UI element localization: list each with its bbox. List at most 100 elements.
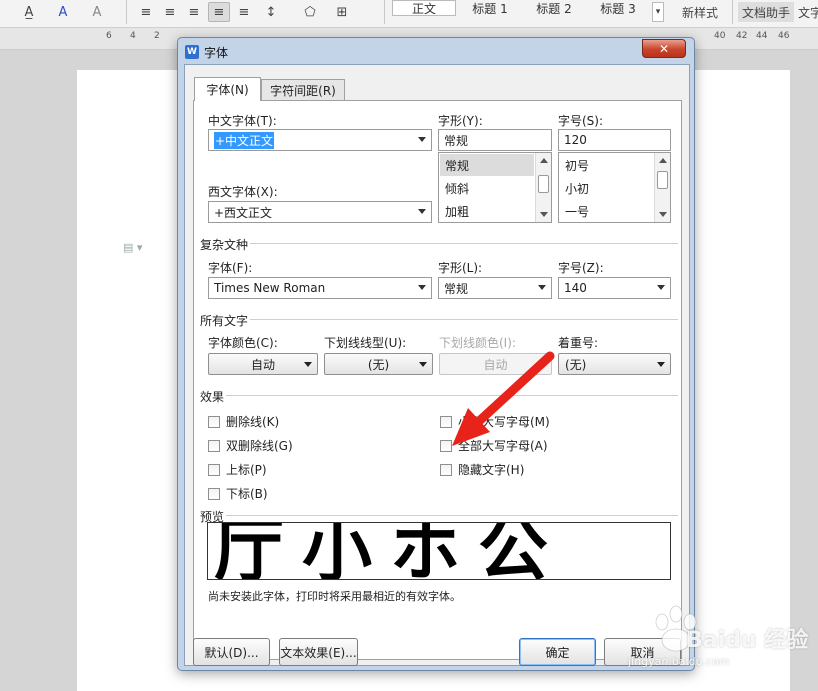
paragraph-icon[interactable]: ▤ ▾ [123, 241, 151, 255]
all-text-section-title: 所有文字 [200, 314, 249, 328]
font-color-icon[interactable]: A [52, 2, 74, 22]
align-left-icon[interactable]: ≡ [136, 2, 156, 22]
chevron-down-icon [418, 137, 426, 142]
font-color-button[interactable]: 自动 [208, 353, 318, 375]
font-color-value: 自动 [250, 357, 275, 372]
list-item[interactable]: 一号 [560, 200, 654, 222]
checkbox-box[interactable] [440, 439, 452, 452]
text-tools-button[interactable]: 文字 [798, 2, 818, 22]
checkbox-box[interactable] [208, 463, 220, 476]
list-item[interactable]: 初号 [560, 154, 654, 176]
strikethrough-checkbox[interactable]: 删除线(K) [208, 413, 279, 430]
close-button[interactable]: ✕ [642, 39, 686, 58]
style-heading-3[interactable]: 标题 3 [588, 0, 648, 16]
subscript-checkbox[interactable]: 下标(B) [208, 485, 268, 502]
scroll-down-icon[interactable] [540, 212, 548, 217]
section-divider [226, 515, 678, 516]
list-item[interactable]: 加粗 [440, 200, 534, 222]
tab-font[interactable]: 字体(N) [194, 77, 261, 101]
chevron-down-icon [419, 362, 427, 367]
small-caps-label: 小型大写字母(M) [458, 415, 550, 429]
font-color-label: 字体颜色(C): [208, 336, 278, 350]
chevron-down-icon [657, 285, 665, 290]
text-effects-button[interactable]: 文本效果(E)... [279, 638, 358, 666]
hidden-text-checkbox[interactable]: 隐藏文字(H) [440, 461, 524, 478]
western-font-select[interactable]: +西文正文 [208, 201, 432, 223]
checkbox-box[interactable] [208, 415, 220, 428]
style-listbox[interactable]: 常规 倾斜 加粗 [438, 152, 552, 223]
style-input[interactable]: 常规 [438, 129, 552, 151]
style-label: 字形(Y): [438, 114, 483, 128]
superscript-checkbox[interactable]: 上标(P) [208, 461, 267, 478]
ruler-tick: 46 [778, 31, 790, 41]
complex-font-select[interactable]: Times New Roman [208, 277, 432, 299]
list-item[interactable]: 倾斜 [440, 177, 534, 199]
checkbox-box[interactable] [208, 439, 220, 452]
complex-size-select[interactable]: 140 [558, 277, 671, 299]
checkbox-box[interactable] [440, 415, 452, 428]
subscript-label: 下标(B) [226, 487, 268, 501]
underline-type-label: 下划线线型(U): [324, 336, 407, 350]
style-scrollbar[interactable] [535, 153, 551, 222]
chinese-font-select[interactable]: +中文正文 [208, 129, 432, 151]
western-font-label: 西文字体(X): [208, 185, 278, 199]
complex-style-select[interactable]: 常规 [438, 277, 552, 299]
emphasis-label: 着重号: [558, 336, 599, 350]
list-item[interactable]: 常规 [440, 154, 534, 176]
tab-char-spacing[interactable]: 字符间距(R) [261, 79, 345, 101]
char-border-icon[interactable]: A [86, 2, 108, 22]
superscript-label: 上标(P) [226, 463, 267, 477]
font-tab-panel: 中文字体(T): 字形(Y): 字号(S): +中文正文 常规 120 常规 倾… [193, 100, 682, 660]
dialog-client: 字体(N) 字符间距(R) 中文字体(T): 字形(Y): 字号(S): +中文… [184, 64, 690, 666]
align-right-icon[interactable]: ≡ [184, 2, 204, 22]
preview-sample-text: 厅小ホ公 [214, 522, 566, 580]
chevron-down-icon [418, 285, 426, 290]
complex-section-title: 复杂文种 [200, 238, 249, 252]
new-style-button[interactable]: 新样式 [672, 2, 728, 22]
chinese-font-label: 中文字体(T): [208, 114, 277, 128]
complex-font-label: 字体(F): [208, 261, 253, 275]
align-center-icon[interactable]: ≡ [160, 2, 180, 22]
ok-button[interactable]: 确定 [519, 638, 596, 666]
all-caps-checkbox[interactable]: 全部大写字母(A) [440, 437, 548, 454]
size-scrollbar[interactable] [654, 153, 670, 222]
align-justify-icon[interactable]: ≡ [208, 2, 230, 22]
hidden-text-label: 隐藏文字(H) [458, 463, 525, 477]
ruler-tick: 6 [106, 31, 112, 41]
style-heading-1[interactable]: 标题 1 [460, 0, 520, 16]
ruler-tick: 4 [130, 31, 136, 41]
scroll-up-icon[interactable] [540, 158, 548, 163]
double-strikethrough-checkbox[interactable]: 双删除线(G) [208, 437, 293, 454]
double-strikethrough-label: 双删除线(G) [226, 439, 293, 453]
underline-type-button[interactable]: (无) [324, 353, 433, 375]
emphasis-button[interactable]: (无) [558, 353, 671, 375]
style-gallery-more-icon[interactable]: ▾ [652, 2, 664, 22]
shape-icon[interactable]: ⬠ [296, 2, 324, 22]
size-listbox[interactable]: 初号 小初 一号 [558, 152, 671, 223]
dialog-titlebar[interactable]: W 字体 ✕ [178, 38, 694, 64]
scroll-down-icon[interactable] [659, 212, 667, 217]
line-spacing-icon[interactable]: ↕ [260, 2, 282, 22]
chevron-down-icon [657, 362, 665, 367]
border-icon[interactable]: ⊞ [330, 2, 354, 22]
underline-color-value: 自动 [483, 357, 508, 372]
scroll-thumb[interactable] [657, 171, 668, 189]
section-divider [250, 243, 678, 244]
small-caps-checkbox[interactable]: 小型大写字母(M) [440, 413, 550, 430]
style-heading-2[interactable]: 标题 2 [524, 0, 584, 16]
distribute-icon[interactable]: ≡ [234, 2, 254, 22]
default-button[interactable]: 默认(D)... [193, 638, 270, 666]
scroll-up-icon[interactable] [659, 158, 667, 163]
scroll-thumb[interactable] [538, 175, 549, 193]
complex-size-value: 140 [564, 281, 587, 295]
effects-section-title: 效果 [200, 390, 225, 404]
doc-assistant-button[interactable]: 文档助手 [738, 2, 794, 22]
list-item[interactable]: 小初 [560, 177, 654, 199]
checkbox-box[interactable] [440, 463, 452, 476]
ruler-tick: 42 [736, 31, 748, 41]
checkbox-box[interactable] [208, 487, 220, 500]
font-shading-icon[interactable]: A̲ [18, 2, 40, 22]
size-input[interactable]: 120 [558, 129, 671, 151]
style-normal[interactable]: 正文 [392, 0, 456, 16]
emphasis-value: (无) [565, 357, 587, 372]
